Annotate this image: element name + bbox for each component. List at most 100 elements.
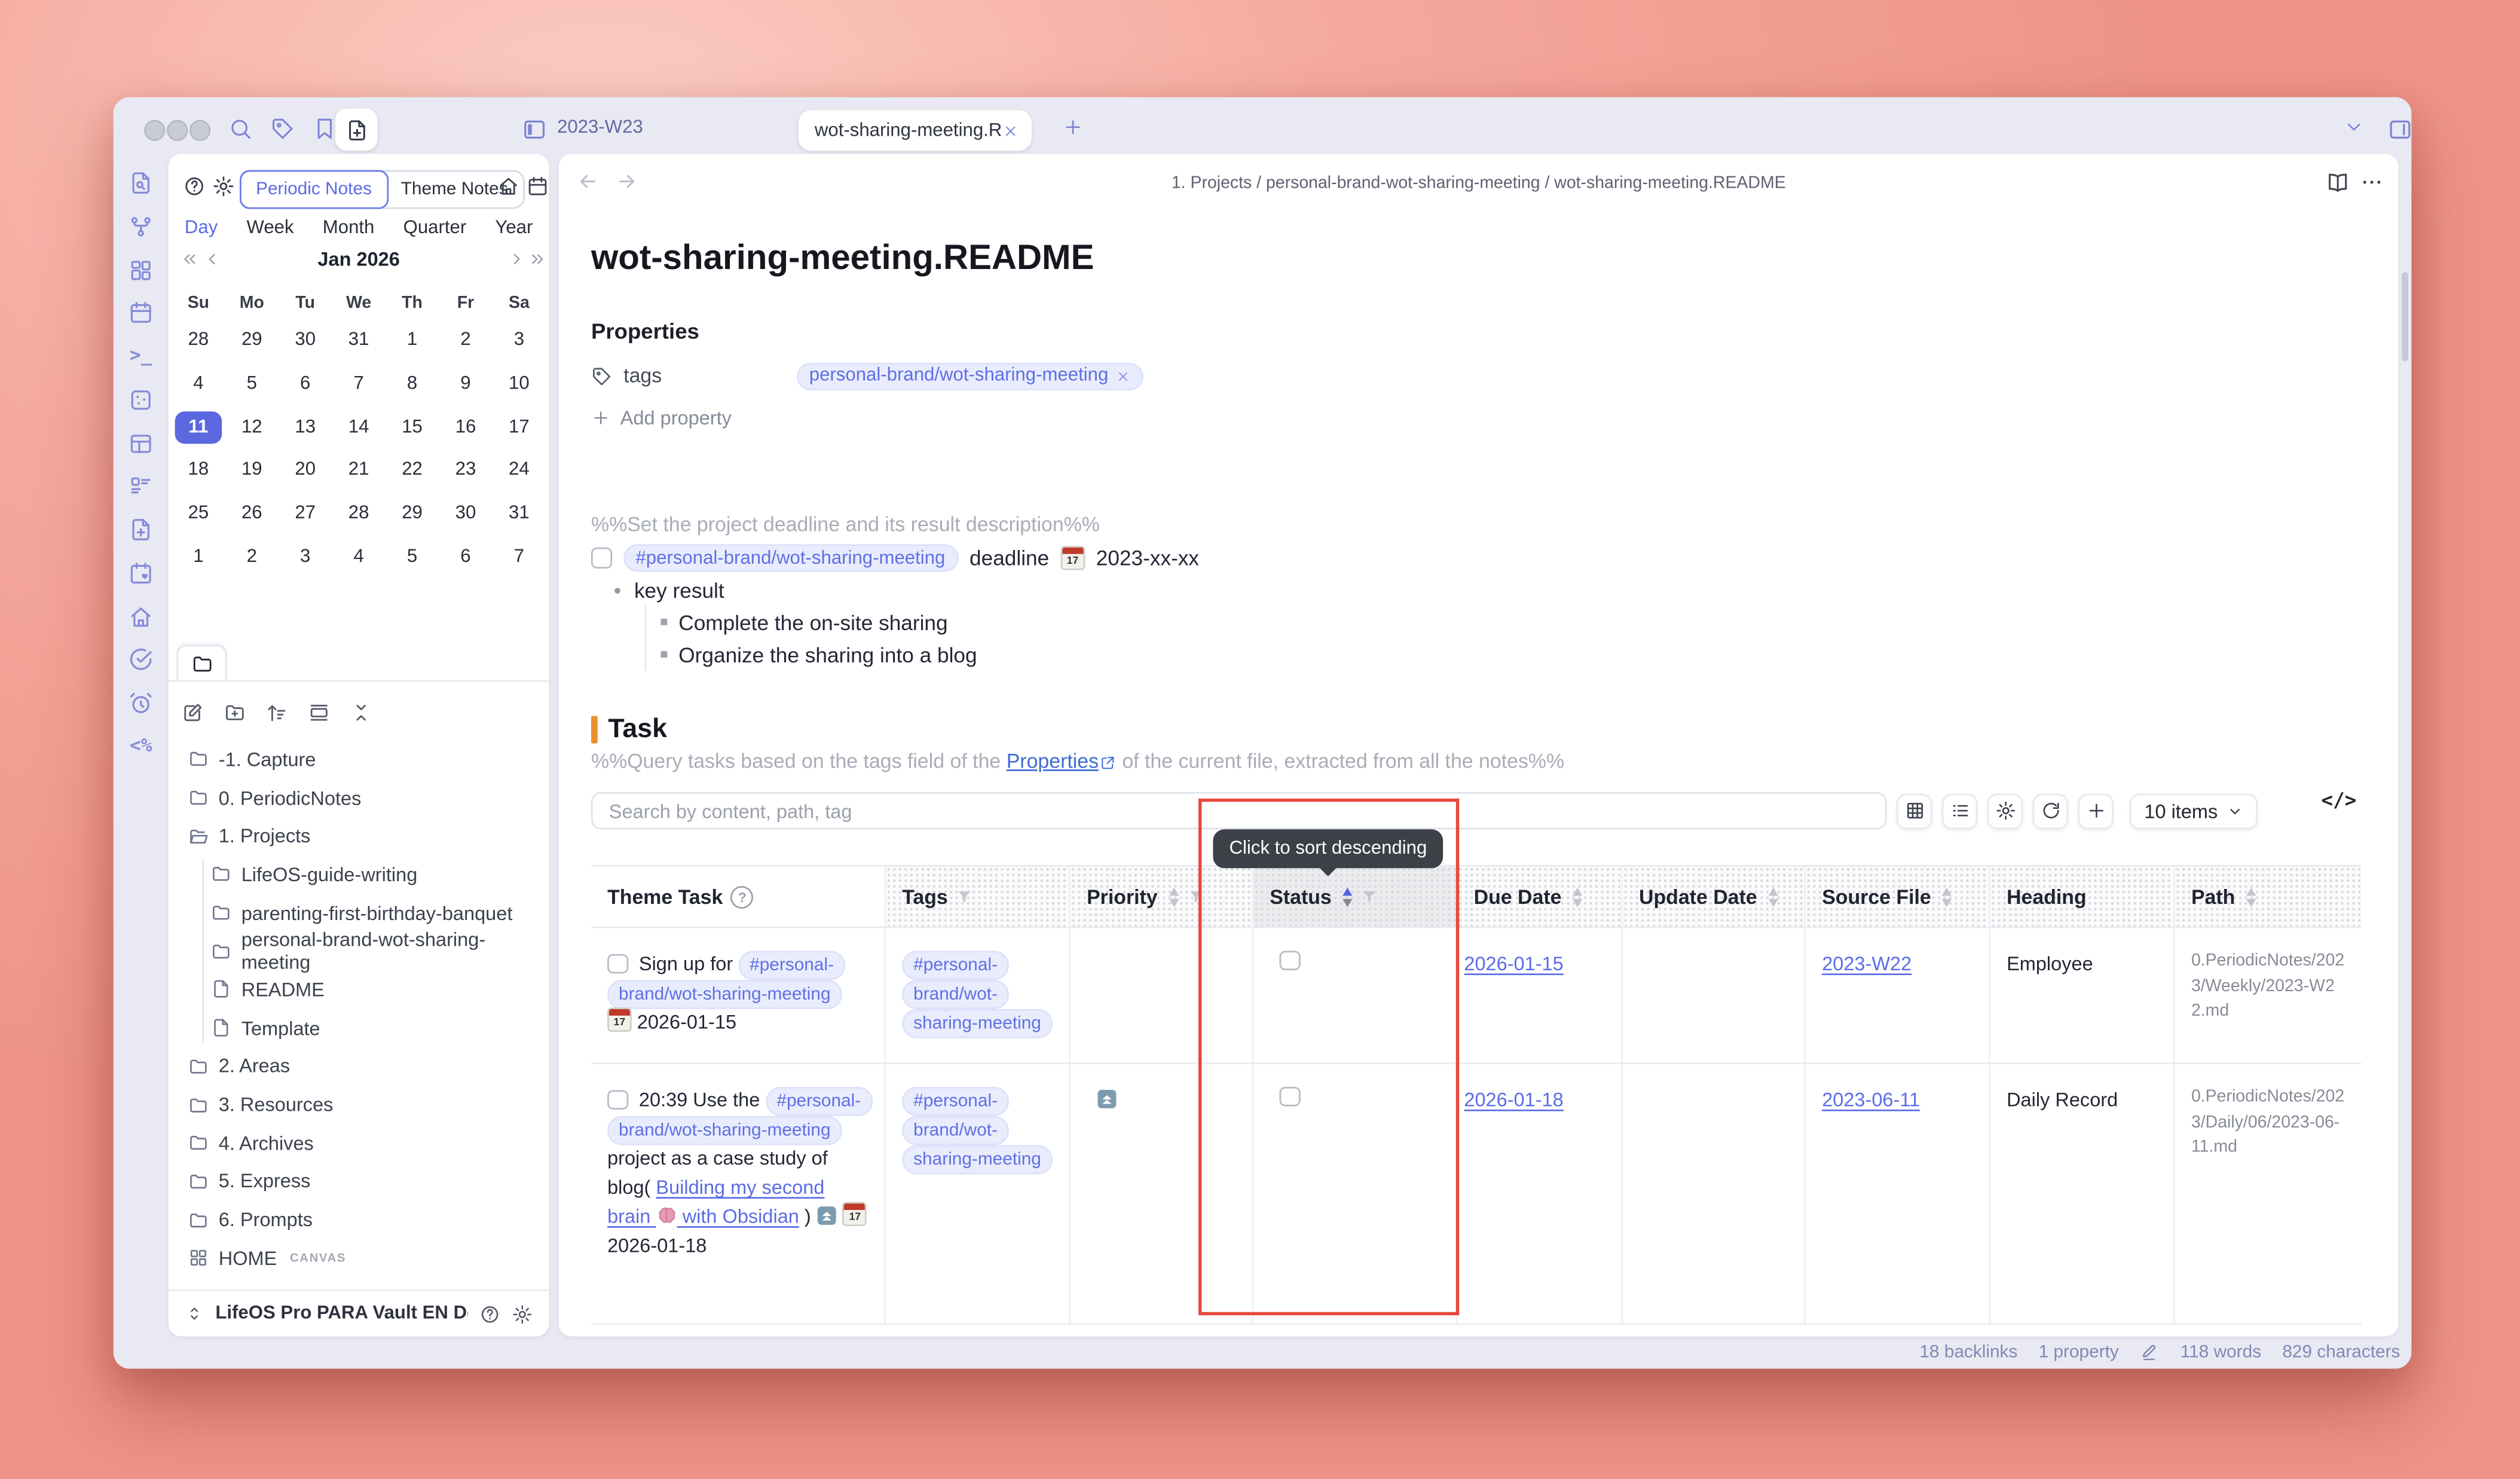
tree-item[interactable]: 4. Archives (169, 1124, 549, 1162)
task-settings-button[interactable] (1987, 793, 2023, 829)
calendar-day[interactable]: 30 (279, 319, 332, 362)
calendar-day[interactable]: 1 (172, 535, 225, 578)
column-header-theme-task[interactable]: Theme Task? (591, 867, 886, 927)
calendar-day-selected[interactable]: 11 (175, 411, 222, 443)
new-tab-button[interactable] (1062, 117, 1083, 137)
sort-desc-arrow[interactable] (1573, 898, 1582, 906)
tree-item[interactable]: personal-brand-wot-sharing-meeting (169, 932, 549, 970)
cell-tags[interactable]: #personal-brand/wot-sharing-meeting (886, 928, 1071, 1063)
tree-item[interactable]: 2. Areas (169, 1047, 549, 1086)
rail-alarm-button[interactable] (128, 690, 154, 716)
cell-due-date[interactable]: 2026-01-15 (1458, 928, 1623, 1063)
more-options-icon[interactable] (2360, 170, 2384, 194)
due-date-link[interactable]: 2026-01-18 (1464, 1089, 1563, 1111)
items-count-select[interactable]: 10 items (2130, 793, 2258, 829)
sort-arrows-icon[interactable] (2246, 887, 2256, 906)
task-checkbox[interactable] (607, 954, 628, 974)
calendar-day[interactable]: 31 (332, 319, 385, 362)
vault-switcher[interactable]: LifeOS Pro PARA Vault EN De... (169, 1289, 549, 1337)
task-checkbox[interactable] (607, 1089, 628, 1110)
add-task-button[interactable] (2078, 793, 2114, 829)
cell-source-file[interactable]: 2023-W22 (1806, 928, 1990, 1063)
explorer-sort-asc-button[interactable] (265, 701, 288, 724)
backlinks-count[interactable]: 18 backlinks (1919, 1343, 2017, 1362)
new-file-button[interactable] (335, 109, 377, 151)
explorer-folder-plus-button[interactable] (224, 701, 246, 724)
table-view-button[interactable] (1897, 793, 1932, 829)
rail-file-search-button[interactable] (128, 170, 154, 195)
tree-item[interactable]: HOMECANVAS (169, 1239, 549, 1278)
calendar-day[interactable]: 19 (225, 449, 279, 492)
calendar-view-year[interactable]: Year (495, 219, 533, 243)
calendar-view-day[interactable]: Day (185, 219, 218, 243)
calendar-day[interactable]: 3 (493, 319, 546, 362)
task-search-input[interactable] (591, 792, 1887, 829)
calendar-day[interactable]: 25 (172, 492, 225, 535)
tags-label[interactable]: tags (623, 365, 662, 387)
close-tab-icon[interactable] (1002, 123, 1019, 139)
calendar-day[interactable]: 1 (386, 319, 439, 362)
bookmark-icon[interactable] (313, 117, 337, 141)
calendar-day[interactable]: 6 (279, 362, 332, 405)
calendar-day[interactable]: 28 (332, 492, 385, 535)
calendar-day[interactable]: 16 (439, 405, 492, 448)
prev-month-icon[interactable] (203, 249, 222, 269)
explorer-collapse-button[interactable] (350, 701, 372, 724)
sort-asc-arrow[interactable] (1169, 887, 1179, 895)
cell-update-date[interactable] (1623, 1064, 1806, 1324)
sort-arrows-icon[interactable] (1573, 887, 1582, 906)
zoom-window-button[interactable] (189, 120, 210, 141)
calendar-day[interactable]: 13 (279, 405, 332, 448)
tag-icon[interactable] (270, 117, 295, 141)
tree-item[interactable]: 5. Express (169, 1162, 549, 1200)
source-file-link[interactable]: 2023-W22 (1822, 952, 1912, 975)
sort-arrows-icon[interactable] (1343, 887, 1353, 906)
sort-arrows-icon[interactable] (1943, 887, 1952, 906)
column-header-source-file[interactable]: Source File (1806, 867, 1990, 927)
calendar-day[interactable]: 17 (493, 405, 546, 448)
reading-mode-icon[interactable] (2326, 170, 2350, 194)
rail-calendar-button[interactable] (128, 300, 154, 326)
sort-arrows-icon[interactable] (1169, 887, 1179, 906)
rail-file-plus-button[interactable] (128, 517, 154, 542)
calendar-day[interactable]: 12 (225, 405, 279, 448)
column-header-priority[interactable]: Priority (1071, 867, 1253, 927)
calendar-day[interactable]: 3 (279, 535, 332, 578)
cell-theme-task[interactable]: 20:39 Use the #personal-brand/wot-sharin… (591, 1064, 886, 1324)
column-header-update-date[interactable]: Update Date (1623, 867, 1806, 927)
refresh-button[interactable] (2032, 793, 2068, 829)
calendar-day[interactable]: 9 (439, 362, 492, 405)
calendar-view-quarter[interactable]: Quarter (403, 219, 467, 243)
rail-template-button[interactable]: <% (128, 734, 154, 759)
close-window-button[interactable] (144, 120, 165, 141)
filter-icon[interactable] (956, 888, 974, 906)
minimize-window-button[interactable] (167, 120, 188, 141)
rail-graph-button[interactable] (128, 213, 154, 239)
tree-item[interactable]: 1. Projects (169, 817, 549, 855)
tag-pill[interactable]: #personal-brand/wot-sharing-meeting (902, 1087, 1053, 1174)
search-icon[interactable] (228, 117, 253, 141)
sort-desc-arrow[interactable] (1943, 898, 1952, 906)
edit-mode-icon[interactable] (2140, 1343, 2160, 1362)
rail-dashboard-button[interactable] (128, 256, 154, 282)
source-file-link[interactable]: 2023-06-11 (1822, 1089, 1920, 1111)
prev-year-icon[interactable] (180, 249, 200, 269)
calendar-day[interactable]: 2 (439, 319, 492, 362)
calendar-day[interactable]: 15 (386, 405, 439, 448)
sort-asc-arrow[interactable] (1769, 887, 1778, 895)
rail-check-circle-button[interactable] (128, 647, 154, 673)
list-view-button[interactable] (1942, 793, 1978, 829)
scrollbar-thumb[interactable] (2402, 272, 2408, 361)
column-header-tags[interactable]: Tags (886, 867, 1071, 927)
calendar-day[interactable]: 6 (439, 535, 492, 578)
vault-settings-icon[interactable] (512, 1303, 533, 1324)
due-date-link[interactable]: 2026-01-15 (1464, 952, 1563, 975)
status-checkbox[interactable] (1280, 1086, 1300, 1107)
calendar-day[interactable]: 5 (225, 362, 279, 405)
calendar-day[interactable]: 5 (386, 535, 439, 578)
task-tag-pill[interactable]: #personal-brand/wot-sharing-meeting (623, 544, 958, 572)
help-icon[interactable] (183, 175, 206, 198)
properties-heading[interactable]: Properties (591, 319, 2356, 344)
calendar-day[interactable]: 29 (225, 319, 279, 362)
home-icon[interactable] (497, 175, 520, 198)
